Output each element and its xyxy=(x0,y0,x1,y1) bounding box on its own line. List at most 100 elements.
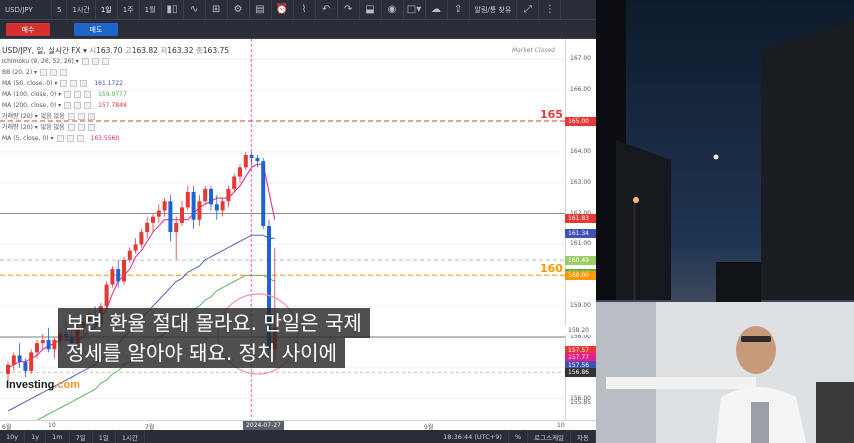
candle-body xyxy=(261,161,266,226)
auto-toggle[interactable]: 자동 xyxy=(571,430,596,443)
settings-icon[interactable] xyxy=(77,113,85,120)
indicator-row[interactable]: 거래량 (20) ▾ 없음 없음 xyxy=(2,111,229,122)
sell-button[interactable]: 매도 xyxy=(74,23,118,36)
indicator-row[interactable]: MA (5, close, 0) ▾ 163.5560 xyxy=(2,133,229,144)
eye-icon[interactable] xyxy=(60,80,68,87)
save-icon[interactable]: ⬓ xyxy=(360,0,382,20)
cloud-icon[interactable]: ☁ xyxy=(426,0,448,20)
candle-body xyxy=(46,340,51,350)
candle-body xyxy=(191,191,196,220)
indicator-icon[interactable]: ∿ xyxy=(184,0,206,20)
eye-icon[interactable] xyxy=(56,135,64,142)
close-icon[interactable] xyxy=(80,80,88,87)
investing-logo: Investing.com xyxy=(6,379,80,391)
indicator-row[interactable]: 거래량 (20) ▾ 없음 없음 xyxy=(2,122,229,133)
candle-body xyxy=(185,191,190,208)
desk-arm xyxy=(606,377,756,389)
logo-dot: .com xyxy=(54,379,80,391)
close-icon[interactable] xyxy=(84,91,92,98)
interval-label: 1시간 xyxy=(72,5,90,14)
background-object xyxy=(816,382,854,443)
candle-body xyxy=(23,361,28,371)
legend-symbol: USD/JPY, 일, 실시간 FX xyxy=(2,46,81,55)
indicator-row[interactable]: MA (100, close, 0) ▾ 159.9777 xyxy=(2,89,229,100)
options-label: 알림/통 찾유 xyxy=(474,5,512,14)
high-label: 고 xyxy=(124,46,132,55)
eye-icon[interactable] xyxy=(64,91,72,98)
interval-5[interactable]: 5 xyxy=(52,0,68,20)
eye-icon[interactable] xyxy=(40,69,48,76)
redo-icon[interactable]: ↷ xyxy=(338,0,360,20)
time-axis[interactable]: 2024-07-27 6월 10 7월 9월 10 xyxy=(0,420,596,431)
buy-button[interactable]: 매수 xyxy=(6,23,50,36)
settings-icon[interactable] xyxy=(70,80,78,87)
candle-type-icon[interactable]: ▮▯ xyxy=(162,0,184,20)
moon-icon xyxy=(713,154,719,160)
alert-icon[interactable]: ⏰ xyxy=(272,0,294,20)
close-icon[interactable] xyxy=(76,135,84,142)
range-7d[interactable]: 7일 xyxy=(70,430,93,443)
door-frame xyxy=(596,302,656,443)
price-tag: 158.20 xyxy=(565,326,596,336)
eye-icon[interactable] xyxy=(67,113,75,120)
candle-body xyxy=(174,222,179,233)
price-tag: 156.86 xyxy=(565,367,596,377)
indicator-list: Ichimoku (9, 26, 52, 26) ▾ BB (20, 2) ▾ MA… xyxy=(2,56,229,144)
price-tick: 166.00 xyxy=(570,86,591,94)
eye-icon[interactable] xyxy=(81,58,89,65)
candle-body xyxy=(168,201,173,233)
clock: 18:36:44 (UTC+9) xyxy=(437,430,509,443)
interval-1d[interactable]: 1일 xyxy=(96,0,118,20)
bottom-bar: 10y 1y 1m 7일 1일 1시간 18:36:44 (UTC+9) % 로… xyxy=(0,430,596,443)
building-right xyxy=(761,20,854,300)
interval-1w[interactable]: 1주 xyxy=(118,0,140,20)
settings-icon[interactable] xyxy=(74,102,82,109)
symbol-label: USD/JPY xyxy=(5,5,33,14)
more-icon[interactable]: ⋮ xyxy=(539,0,562,20)
indicator-row[interactable]: BB (20, 2) ▾ xyxy=(2,67,229,78)
price-tick: 164.00 xyxy=(570,147,591,155)
interval-1h[interactable]: 1시간 xyxy=(67,0,96,20)
eye-icon[interactable] xyxy=(67,124,75,131)
range-1h[interactable]: 1시간 xyxy=(116,430,145,443)
percent-toggle[interactable]: % xyxy=(509,430,529,443)
indicator-row[interactable]: Ichimoku (9, 26, 52, 26) ▾ xyxy=(2,56,229,67)
undo-icon[interactable]: ↶ xyxy=(316,0,338,20)
candle-body xyxy=(110,269,115,285)
video-subtitle: 보면 환율 절대 몰라요. 만일은 국제 정세를 알아야 돼요. 정치 사이에 xyxy=(58,308,488,368)
camera-icon[interactable]: ◉ xyxy=(382,0,404,20)
range-1m[interactable]: 1m xyxy=(46,430,70,443)
subtitle-line-1: 보면 환율 절대 몰라요. 만일은 국제 xyxy=(58,308,370,338)
candle-body xyxy=(180,207,184,223)
template-icon[interactable]: ▤ xyxy=(250,0,272,20)
range-1d[interactable]: 1일 xyxy=(93,430,116,443)
interval-1m[interactable]: 1월 xyxy=(140,0,162,20)
options-dropdown[interactable]: 알림/통 찾유 xyxy=(470,0,518,20)
range-1y[interactable]: 1y xyxy=(25,430,47,443)
settings-icon[interactable] xyxy=(77,124,85,131)
settings-icon[interactable] xyxy=(50,69,58,76)
draw-icon[interactable]: ⌇ xyxy=(294,0,316,20)
compare-icon[interactable]: ⊞ xyxy=(206,0,228,20)
fullscreen-icon[interactable]: ⤢ xyxy=(517,0,540,20)
eye-icon[interactable] xyxy=(64,102,72,109)
settings-icon[interactable] xyxy=(91,58,99,65)
indicator-row[interactable]: MA (200, close, 0) ▾ 157.7848 xyxy=(2,100,229,111)
close-icon[interactable] xyxy=(87,113,95,120)
cloud-upload-icon[interactable]: ⇪ xyxy=(448,0,470,20)
indicator-value: 163.5560 xyxy=(90,135,120,142)
candle-body xyxy=(203,188,208,202)
log-toggle[interactable]: 로그스케일 xyxy=(528,430,572,443)
range-10y[interactable]: 10y xyxy=(0,430,26,443)
close-icon[interactable] xyxy=(84,102,92,109)
close-icon[interactable] xyxy=(87,124,95,131)
settings-icon[interactable] xyxy=(66,135,74,142)
symbol-selector[interactable]: USD/JPY xyxy=(0,0,52,20)
market-status: Market Closed xyxy=(512,47,555,54)
close-icon[interactable] xyxy=(101,58,109,65)
settings-gear-icon[interactable]: ⚙ xyxy=(228,0,250,20)
close-icon[interactable] xyxy=(60,69,68,76)
settings-icon[interactable] xyxy=(74,91,82,98)
indicator-row[interactable]: MA (50, close, 0) ▾ 161.1722 xyxy=(2,78,229,89)
color-swatch-icon[interactable]: □▾ xyxy=(404,0,426,20)
